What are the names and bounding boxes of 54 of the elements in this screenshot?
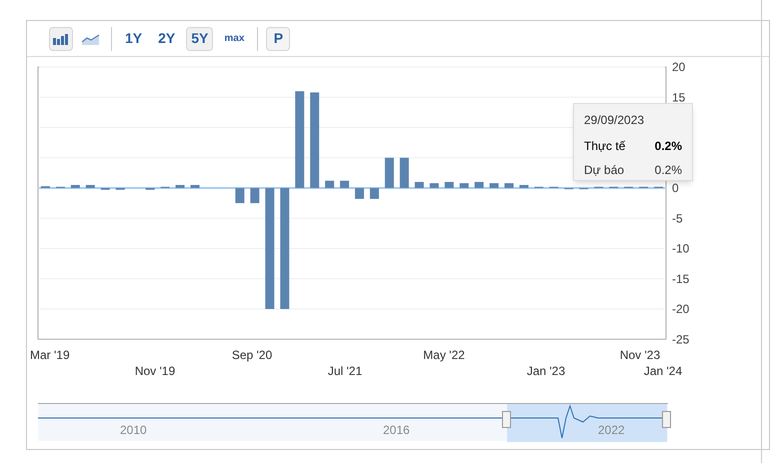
bar	[354, 188, 364, 199]
tooltip-label: Thực tế	[584, 138, 626, 155]
bar	[519, 184, 528, 188]
bar	[474, 182, 484, 188]
y-axis-label: 0	[672, 181, 679, 195]
tooltip-value: 0.2%	[654, 138, 682, 155]
range-handle[interactable]	[662, 411, 671, 428]
navigator-year-label: 2016	[383, 422, 410, 439]
y-axis-label: -20	[672, 302, 690, 316]
x-axis-label: Nov '19	[134, 364, 176, 378]
bar	[70, 184, 80, 188]
bar	[490, 183, 499, 188]
x-axis-label: Jul '21	[328, 364, 362, 378]
x-axis-label: Jan '23	[526, 364, 566, 378]
y-axis-label: 20	[672, 60, 686, 74]
range-handle[interactable]	[502, 411, 511, 428]
bar	[250, 188, 260, 204]
tooltip-label: Dự báo	[584, 162, 624, 179]
bar	[340, 180, 350, 188]
bar	[504, 183, 514, 188]
bar	[444, 182, 454, 188]
bar	[460, 183, 469, 188]
x-axis-label: Sep '20	[232, 348, 272, 362]
range-button[interactable]: max	[219, 26, 250, 50]
x-axis-label: Jan '24	[644, 364, 682, 378]
range-button[interactable]: 1Y	[120, 26, 148, 50]
bar	[400, 158, 409, 188]
navigator-year-label: 2010	[120, 422, 147, 439]
bar	[384, 158, 394, 188]
tooltip-date: 29/09/2023	[584, 112, 646, 129]
bar	[370, 188, 379, 199]
bar	[86, 184, 95, 188]
x-axis-label: Mar '19	[30, 348, 70, 362]
navigator-year-label: 2022	[598, 422, 625, 439]
print-button[interactable]: P	[266, 26, 290, 50]
y-axis-label: -10	[672, 242, 690, 256]
y-axis-label: 15	[672, 90, 686, 104]
y-axis-label: -5	[672, 211, 683, 226]
range-button[interactable]: 5Y	[186, 26, 214, 50]
x-axis-label: May '22	[423, 348, 465, 362]
bar-chart-icon	[53, 32, 69, 44]
bar	[414, 182, 424, 188]
bar	[325, 180, 334, 188]
y-axis-label: -25	[672, 332, 690, 346]
x-axis-label: Nov '23	[620, 348, 660, 362]
bar	[190, 184, 200, 188]
bar	[176, 184, 185, 188]
bar	[235, 188, 244, 204]
y-axis-label: -15	[672, 272, 690, 286]
area-chart-icon	[82, 32, 100, 44]
bar	[430, 183, 439, 188]
bar-chart-button[interactable]	[49, 26, 73, 50]
tooltip-value: 0.2%	[654, 162, 682, 179]
range-button[interactable]: 2Y	[153, 26, 180, 50]
